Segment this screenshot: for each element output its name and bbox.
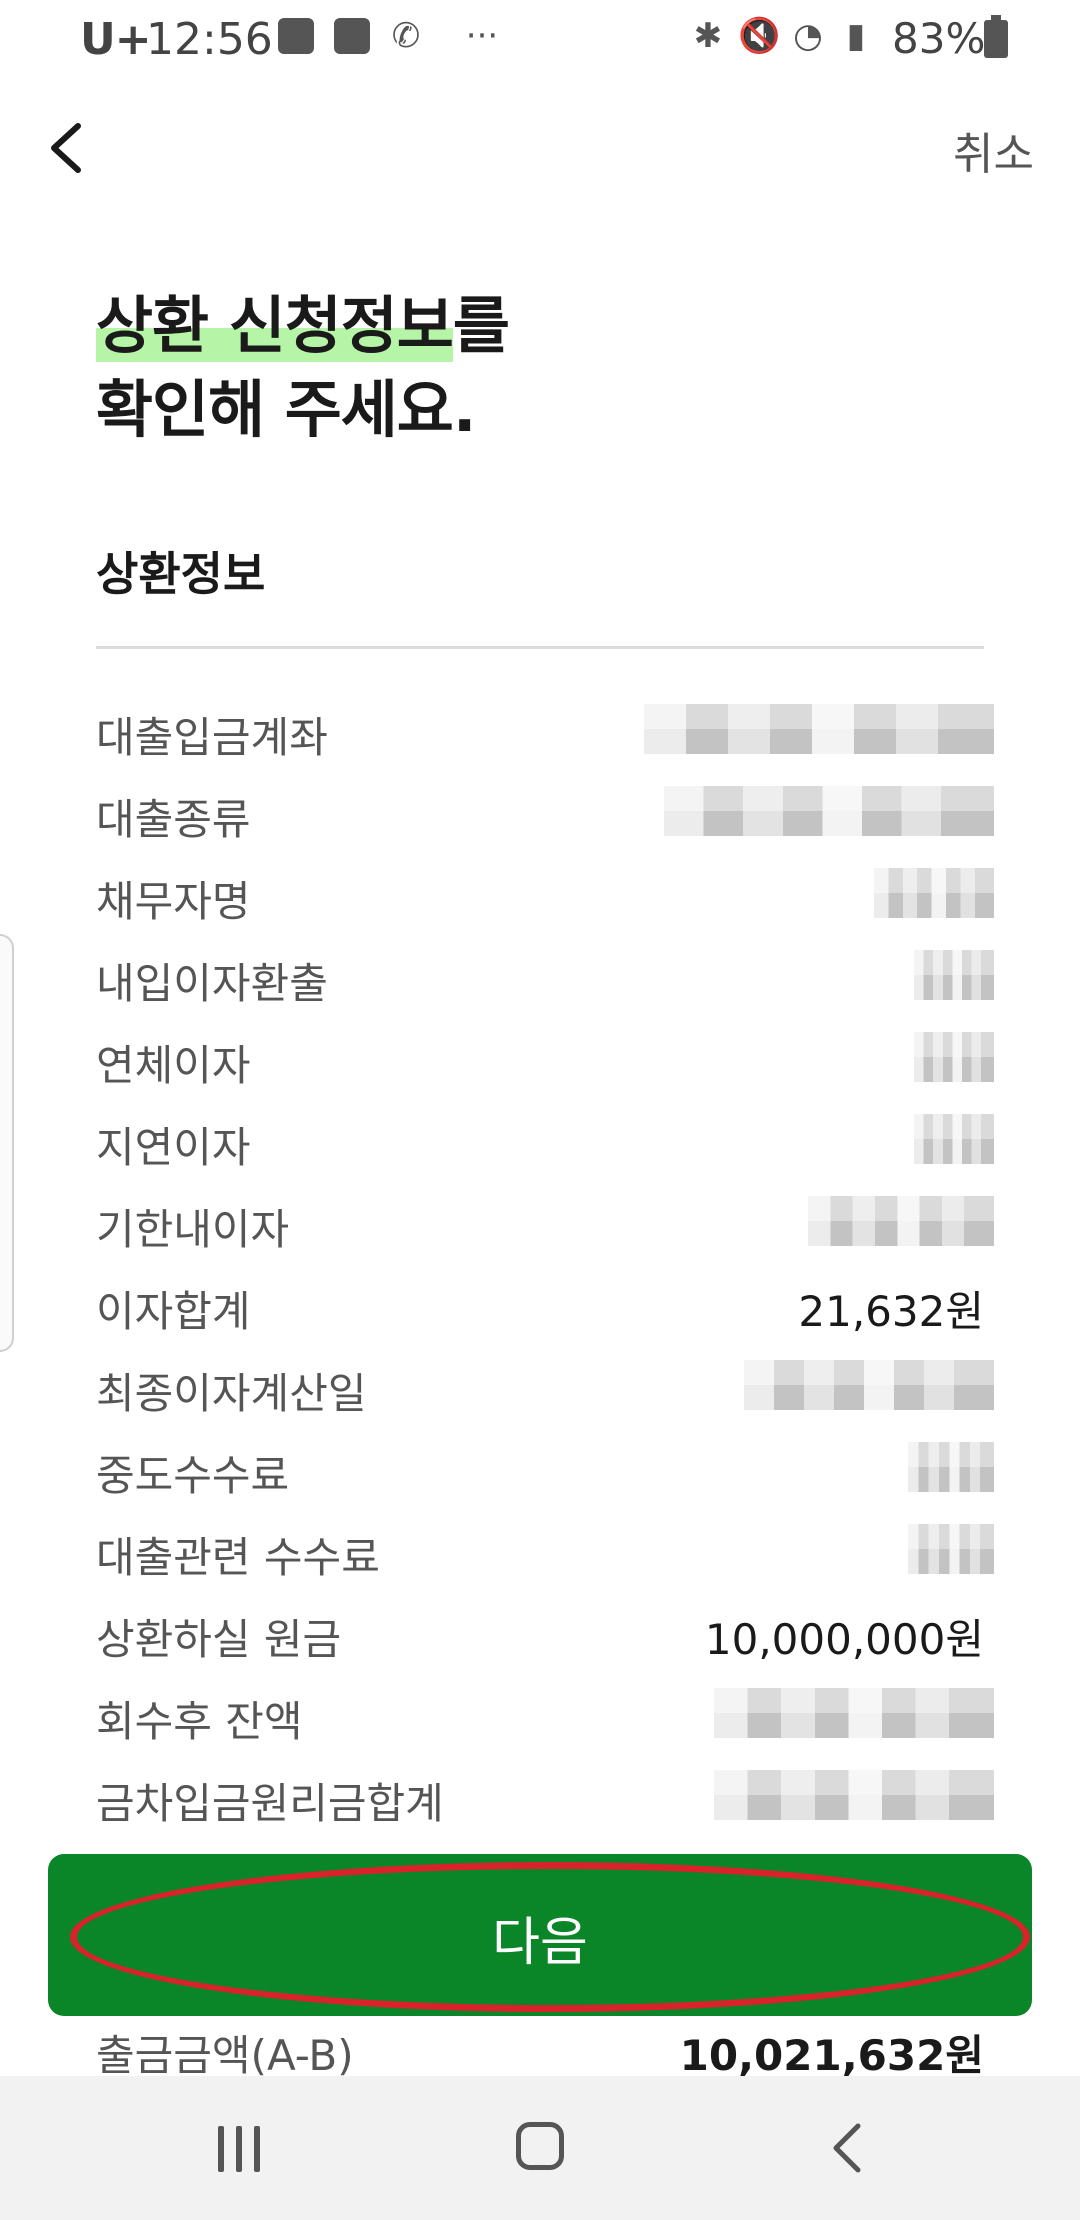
redacted-value: [914, 1032, 994, 1082]
info-row-principal-interest-sum: 금차입금원리금합계: [96, 1756, 994, 1838]
nav-back-icon: [833, 2123, 861, 2173]
info-row-delay-interest: 지연이자: [96, 1100, 994, 1182]
section-title: 상환정보: [96, 547, 266, 601]
title-highlight: 상환 신청정보: [96, 284, 454, 368]
edge-panel-handle[interactable]: [0, 934, 14, 1352]
battery-percent: 83%: [892, 14, 986, 63]
info-row-overdue-interest: 연체이자: [96, 1018, 994, 1100]
row-label: 지연이자: [96, 1123, 251, 1172]
row-label: 대출관련 수수료: [96, 1533, 380, 1582]
redacted-value: [714, 1770, 994, 1820]
info-row-loan-type: 대출종류: [96, 772, 994, 854]
recent-apps-button[interactable]: [218, 2126, 264, 2172]
row-label: 이자합계: [96, 1287, 251, 1336]
redacted-value: [908, 1524, 994, 1574]
more-dots-icon: ···: [465, 16, 499, 56]
redacted-value: [914, 1114, 994, 1164]
gallery-icon: [278, 18, 314, 54]
call-alarm-icon: ✆: [391, 16, 421, 56]
battery-icon: [984, 15, 1008, 58]
row-label: 출금금액(A-B): [96, 2031, 354, 2080]
row-label: 중도수수료: [96, 1451, 290, 1500]
row-value: 21,632원: [798, 1287, 984, 1336]
next-button[interactable]: 다음: [48, 1854, 1032, 2016]
title-line1-rest: 를: [452, 289, 510, 362]
redacted-value: [808, 1196, 994, 1246]
row-label: 대출종류: [96, 795, 251, 844]
info-row-interest-total: 이자합계 21,632원: [96, 1264, 984, 1346]
status-time: 12:56: [146, 14, 273, 65]
redacted-value: [744, 1360, 994, 1410]
system-nav-bar: [0, 2076, 1080, 2220]
bluetooth-icon: ✱: [693, 16, 723, 56]
nav-back-button[interactable]: [822, 2120, 872, 2176]
wifi-icon: ◔: [793, 16, 823, 56]
row-label: 내입이자환출: [96, 959, 328, 1008]
divider: [96, 646, 984, 649]
row-label: 회수후 잔액: [96, 1697, 303, 1746]
title-line2: 확인해 주세요.: [96, 373, 476, 446]
row-label: 대출입금계좌: [96, 713, 328, 762]
redacted-value: [714, 1688, 994, 1738]
note-icon: [334, 18, 370, 54]
redacted-value: [908, 1442, 994, 1492]
info-row-loan-fee: 대출관련 수수료: [96, 1510, 994, 1592]
carrier-label: U+: [80, 14, 152, 65]
row-value: 10,000,000원: [704, 1615, 984, 1664]
mute-icon: 🔇: [738, 16, 781, 56]
info-row-balance-after: 회수후 잔액: [96, 1674, 994, 1756]
row-label: 최종이자계산일: [96, 1369, 367, 1418]
chevron-left-icon: [51, 123, 81, 173]
row-label: 채무자명: [96, 877, 251, 926]
redacted-value: [644, 704, 994, 754]
next-button-label: 다음: [492, 1913, 588, 1973]
info-row-refund-interest: 내입이자환출: [96, 936, 994, 1018]
page-title: 상환 신청정보를 확인해 주세요.: [96, 284, 510, 452]
home-button[interactable]: [516, 2122, 564, 2170]
redacted-value: [664, 786, 994, 836]
row-label: 상환하실 원금: [96, 1615, 342, 1664]
row-label: 연체이자: [96, 1041, 251, 1090]
info-row-early-fee: 중도수수료: [96, 1428, 994, 1510]
redacted-value: [914, 950, 994, 1000]
info-row-principal: 상환하실 원금 10,000,000원: [96, 1592, 984, 1674]
info-row-last-interest-date: 최종이자계산일: [96, 1346, 994, 1428]
row-value: 10,021,632원: [679, 2031, 984, 2080]
info-row-debtor-name: 채무자명: [96, 854, 994, 936]
cancel-button[interactable]: 취소: [953, 118, 1034, 182]
info-row-loan-account: 대출입금계좌: [96, 690, 994, 772]
status-bar: U+ 12:56 ✆ ··· ✱ 🔇 ◔ ▮ 83%: [0, 0, 1080, 78]
info-row-term-interest: 기한내이자: [96, 1182, 994, 1264]
redacted-value: [874, 868, 994, 918]
row-label: 기한내이자: [96, 1205, 290, 1254]
signal-icon: ▮: [846, 16, 866, 56]
back-button[interactable]: [40, 118, 100, 178]
row-label: 금차입금원리금합계: [96, 1779, 444, 1828]
